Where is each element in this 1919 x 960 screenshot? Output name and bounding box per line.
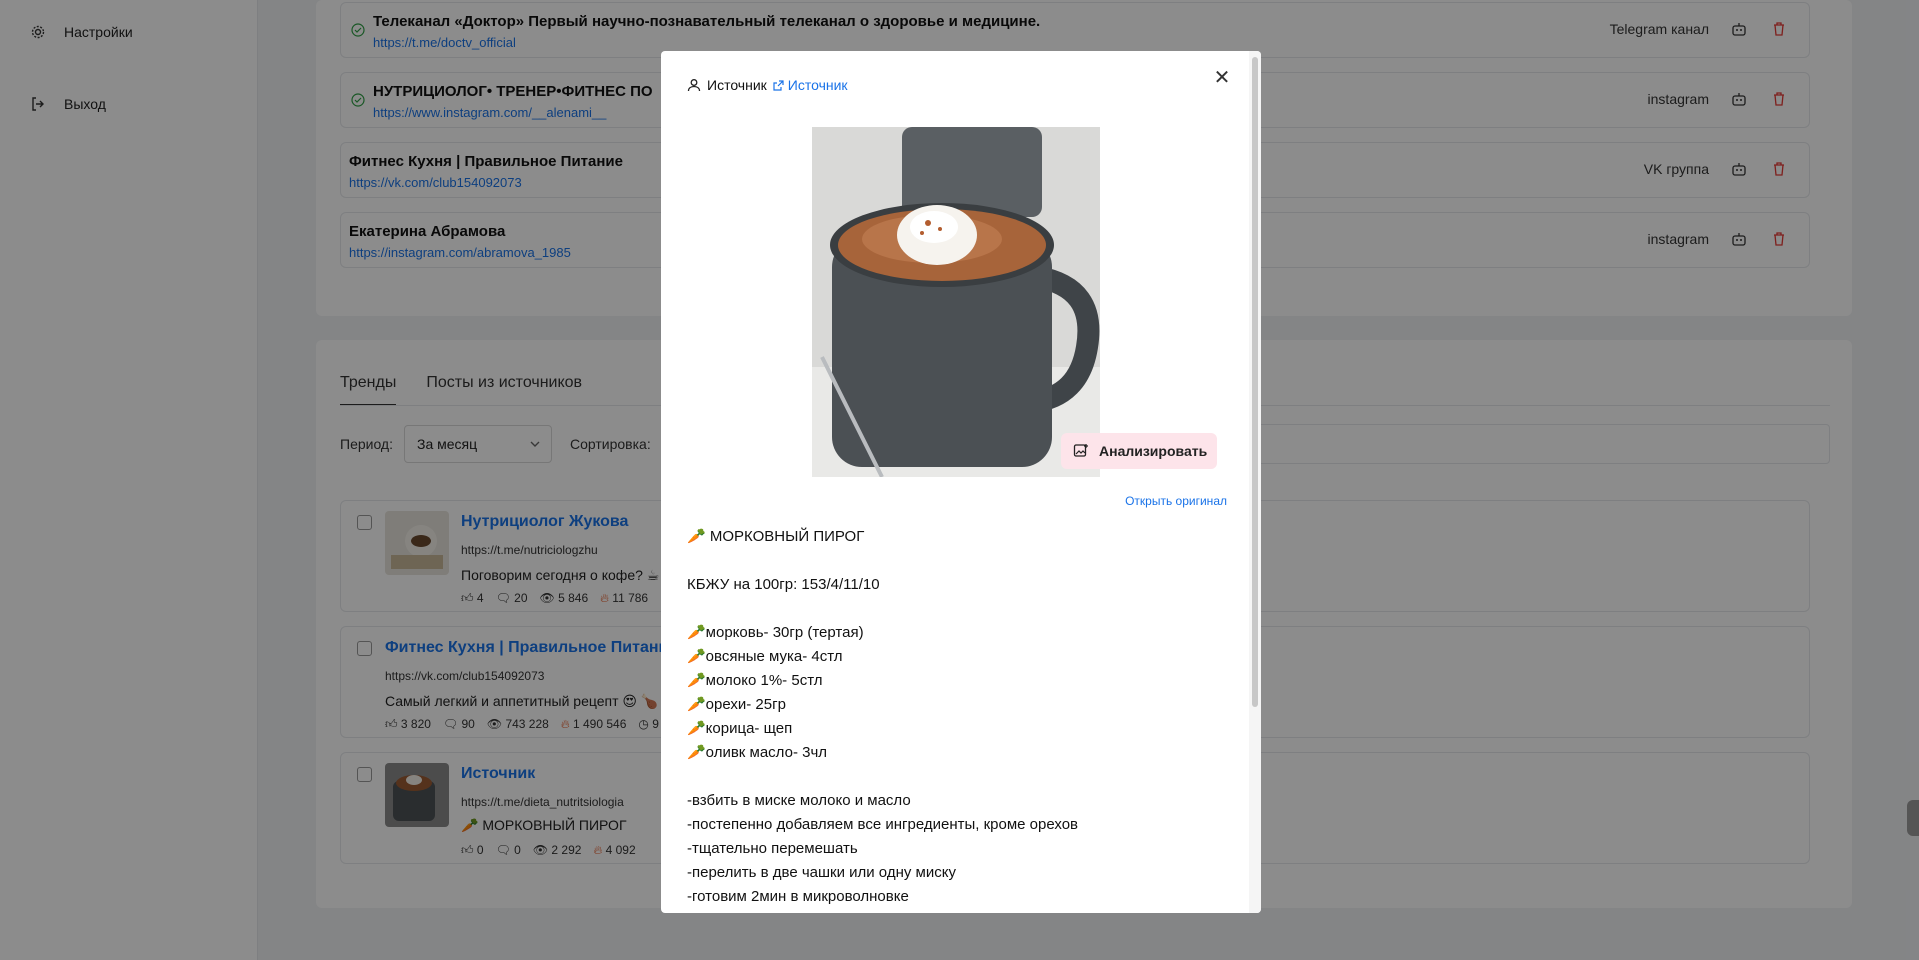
image-analyze-icon <box>1073 444 1088 457</box>
post-body-text: 🥕 МОРКОВНЫЙ ПИРОГ КБЖУ на 100гр: 153/4/1… <box>687 528 1079 905</box>
user-icon <box>687 79 701 92</box>
modal-header: Источник Источник <box>687 77 848 93</box>
source-label: Источник <box>707 77 767 93</box>
post-image[interactable] <box>812 127 1100 477</box>
side-panel-handle[interactable] <box>1907 800 1919 836</box>
close-icon[interactable]: ✕ <box>1211 67 1233 89</box>
source-link-label: Источник <box>787 77 848 93</box>
source-link[interactable]: Источник <box>773 77 848 93</box>
analyze-label: Анализировать <box>1099 443 1208 459</box>
external-link-icon <box>773 79 784 91</box>
modal-scrollbar[interactable] <box>1252 57 1258 707</box>
open-original-link[interactable]: Открыть оригинал <box>1125 494 1227 508</box>
post-modal: Источник Источник ✕ Анализировать Открыт… <box>661 51 1261 913</box>
analyze-button[interactable]: Анализировать <box>1061 433 1217 469</box>
